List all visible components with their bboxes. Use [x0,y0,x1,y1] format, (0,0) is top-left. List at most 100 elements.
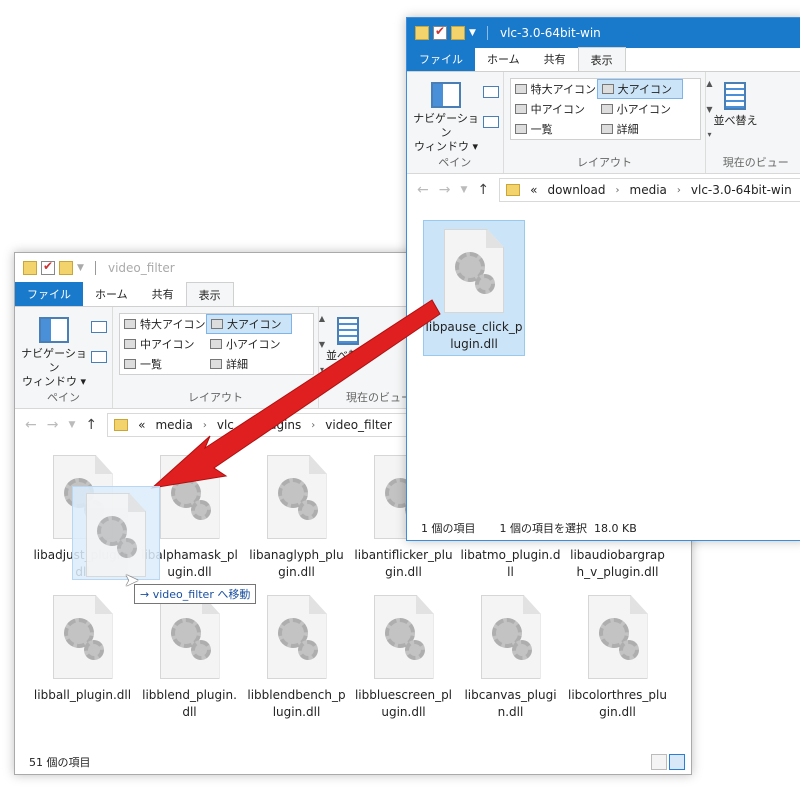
layout-small-icons[interactable]: 小アイコン [206,334,292,354]
details-pane-icon[interactable] [91,351,107,363]
navigation-pane-button[interactable]: ナビゲーション ウィンドウ ▾ [19,311,89,389]
list-icon [514,124,527,134]
file-item[interactable]: libball_plugin.dll [29,595,136,721]
gear-icon [297,500,318,520]
tab-view[interactable]: 表示 [577,47,626,71]
chevron-right-icon[interactable]: › [311,420,315,431]
file-item[interactable]: libcolorthres_plugin.dll [564,595,671,721]
file-item[interactable]: libblendbench_plugin.dll [243,595,350,721]
status-bar: 1 個の項目 1 個の項目を選択 18.0 KB [407,516,800,540]
chevron-right-icon[interactable]: › [244,420,248,431]
up-arrow-icon[interactable]: ↑ [477,182,489,198]
group-label-layout: レイアウト [188,391,243,404]
extra-large-icons-icon [124,319,136,329]
layout-list[interactable]: 一覧 [120,354,206,374]
drag-tooltip: → video_filter へ移動 [134,584,257,604]
details-pane-icon[interactable] [483,116,499,128]
drag-ghost-file [72,486,160,580]
layout-medium-icons[interactable]: 中アイコン [120,334,206,354]
large-icons-view-icon[interactable] [669,754,685,770]
tab-file[interactable]: ファイル [15,282,83,306]
breadcrumb-video-filter[interactable]: video_filter [325,418,392,432]
title-separator [95,261,96,275]
file-item[interactable]: libanaglyph_plugin.dll [243,455,350,581]
file-name: libantiflicker_plugin.dll [354,548,453,579]
file-list[interactable]: libpause_click_plugin.dll [407,206,800,518]
forward-arrow-icon[interactable]: → [439,182,451,198]
breadcrumb-plugins[interactable]: plugins [258,418,301,432]
file-item-selected[interactable]: libpause_click_plugin.dll [423,220,525,356]
dll-file-icon [587,595,648,679]
layout-large-icons[interactable]: 大アイコン [596,79,683,99]
breadcrumb-overflow[interactable]: « [138,418,145,432]
recent-chevron-icon[interactable]: ▼ [68,420,75,430]
details-icon [210,359,222,369]
small-icons-icon [600,104,613,114]
recent-chevron-icon[interactable]: ▼ [460,185,467,195]
preview-pane-icon[interactable] [91,321,107,333]
tab-home[interactable]: ホーム [475,47,532,71]
tab-file[interactable]: ファイル [407,47,475,71]
file-item[interactable]: libblend_plugin.dll [136,595,243,721]
chevron-down-icon[interactable]: ▼ [77,263,87,273]
sort-button[interactable]: 並べ替え [323,311,373,363]
dll-file-icon [444,229,504,313]
file-name: libball_plugin.dll [33,688,132,702]
medium-icons-icon [514,104,527,114]
properties-icon[interactable] [41,259,55,275]
title-bar[interactable]: ▼ vlc-3.0-64bit-win [407,18,800,48]
sort-label: 並べ替え [713,114,758,127]
chevron-right-icon[interactable]: › [203,420,207,431]
file-item[interactable]: libbluescreen_plugin.dll [350,595,457,721]
layout-details[interactable]: 詳細 [206,354,292,374]
breadcrumb-media[interactable]: media [630,183,667,197]
chevron-right-icon[interactable]: › [616,185,620,196]
ribbon-group-pane: ナビゲーション ウィンドウ ▾ ペイン [407,72,504,173]
explorer-window-vlc[interactable]: ▼ vlc-3.0-64bit-win ファイル ホーム 共有 表示 ナビゲーシ… [406,17,800,541]
back-arrow-icon[interactable]: ← [417,182,429,198]
details-icon [600,124,613,134]
navigation-pane-button[interactable]: ナビゲーション ウィンドウ ▾ [411,76,481,154]
gear-icon [475,274,495,294]
sort-icon [724,82,747,110]
layout-large-icons[interactable]: 大アイコン [206,314,292,334]
tab-home[interactable]: ホーム [83,282,140,306]
layout-gallery: 特大アイコン 大アイコン 中アイコン 小アイコン 一覧 詳細 ▲ ▼ ▾ [119,313,325,375]
forward-arrow-icon[interactable]: → [47,417,59,433]
breadcrumb-media[interactable]: media [155,418,192,432]
folder-icon [506,184,521,196]
layout-details[interactable]: 詳細 [597,119,683,139]
new-folder-icon[interactable] [451,26,465,40]
layout-small-icons[interactable]: 小アイコン [597,99,683,119]
properties-icon[interactable] [433,24,447,40]
breadcrumb-vlc[interactable]: vlc [217,418,234,432]
breadcrumb-download[interactable]: download [547,183,605,197]
medium-icons-icon [124,339,136,349]
dll-file-icon [480,595,541,679]
preview-pane-icon[interactable] [483,86,499,98]
breadcrumb-overflow[interactable]: « [530,183,537,197]
tab-view[interactable]: 表示 [185,282,234,306]
view-switch [651,754,685,770]
folder-icon [114,419,129,431]
tab-share[interactable]: 共有 [532,47,578,71]
back-arrow-icon[interactable]: ← [25,417,37,433]
dll-file-icon [159,455,220,539]
chevron-down-icon[interactable]: ▼ [469,28,479,38]
sort-button[interactable]: 並べ替え [710,76,760,128]
file-item[interactable]: libcanvas_plugin.dll [457,595,564,721]
layout-list[interactable]: 一覧 [511,119,597,139]
up-arrow-icon[interactable]: ↑ [85,417,97,433]
layout-extra-large-icons[interactable]: 特大アイコン [120,314,206,334]
details-view-icon[interactable] [651,754,667,770]
file-name: libaudiobargraph_v_plugin.dll [570,548,665,579]
layout-extra-large-icons[interactable]: 特大アイコン [511,79,597,99]
address-box[interactable]: « download › media › vlc-3.0-64bit-win [499,178,800,202]
selected-count: 1 個の項目を選択 18.0 KB [499,522,637,535]
new-folder-icon[interactable] [59,261,73,275]
tab-share[interactable]: 共有 [140,282,186,306]
chevron-right-icon[interactable]: › [677,185,681,196]
layout-medium-icons[interactable]: 中アイコン [511,99,597,119]
breadcrumb-vlc-folder[interactable]: vlc-3.0-64bit-win [691,183,792,197]
large-icons-icon [211,319,223,329]
